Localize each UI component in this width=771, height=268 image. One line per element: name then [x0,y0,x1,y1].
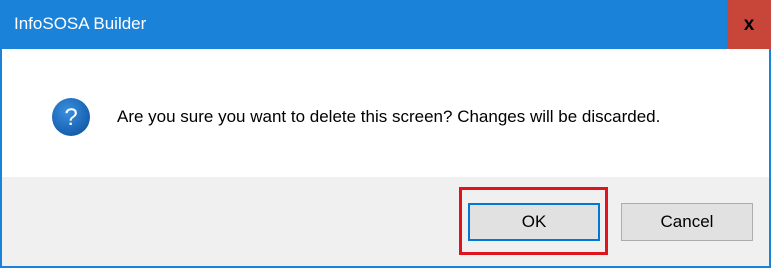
question-icon: ? [52,98,90,136]
close-button[interactable]: x [727,0,771,49]
ok-button[interactable]: OK [468,203,600,241]
window-title: InfoSOSA Builder [14,14,147,33]
close-icon: x [743,14,755,35]
svg-text:?: ? [64,104,77,131]
cancel-button[interactable]: Cancel [621,203,753,241]
dialog-window: InfoSOSA Builder x ? Are you sure you wa… [0,0,771,268]
message-area: ? Are you sure you want to delete this s… [2,49,769,177]
dialog-message: Are you sure you want to delete this scr… [117,107,661,126]
title-bar[interactable]: InfoSOSA Builder x [0,0,771,49]
